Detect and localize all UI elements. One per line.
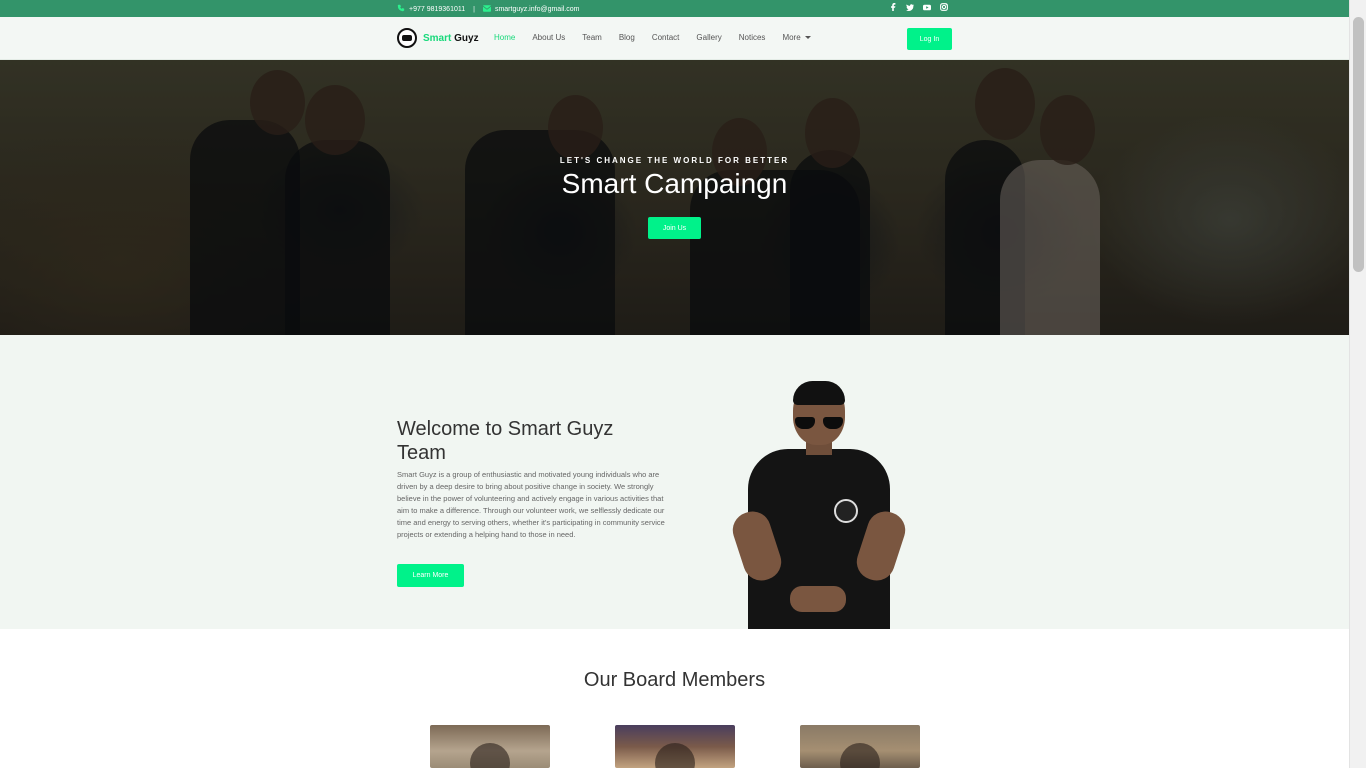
hero-content: LET'S CHANGE THE WORLD FOR BETTER Smart …: [0, 60, 1349, 335]
board-member-card[interactable]: [615, 725, 735, 768]
envelope-icon: [482, 4, 492, 14]
email-address: smartguyz.info@gmail.com: [494, 5, 580, 13]
logo-icon: [397, 28, 417, 48]
scrollbar-thumb[interactable]: [1353, 17, 1364, 272]
brand-logo-link[interactable]: Smart Guyz: [397, 28, 479, 48]
hero-banner: LET'S CHANGE THE WORLD FOR BETTER Smart …: [0, 60, 1349, 335]
welcome-title: Welcome to Smart Guyz Team: [397, 418, 614, 464]
team-member-photo: [728, 381, 910, 629]
join-us-button[interactable]: Join Us: [648, 217, 701, 239]
nav-item-gallery[interactable]: Gallery: [696, 33, 721, 42]
contact-separator: |: [473, 5, 475, 13]
brand-name-accent: Smart: [423, 32, 452, 44]
page-scrollbar[interactable]: [1349, 0, 1366, 768]
board-members-section: Our Board Members: [0, 629, 1349, 768]
phone-contact[interactable]: +977 9819361011: [397, 4, 465, 14]
nav-menu: Home About Us Team Blog Contact Gallery …: [494, 33, 811, 42]
hero-title: Smart Campaingn: [561, 168, 788, 199]
twitter-icon[interactable]: [906, 3, 914, 11]
brand-name: Smart Guyz: [423, 33, 479, 44]
nav-item-home[interactable]: Home: [494, 33, 515, 42]
nav-item-team[interactable]: Team: [582, 33, 602, 42]
welcome-section: Welcome to Smart Guyz Team Smart Guyz is…: [0, 335, 1349, 629]
instagram-icon[interactable]: [940, 3, 948, 11]
nav-item-more-label: More: [782, 33, 801, 42]
phone-icon: [397, 4, 405, 14]
email-contact[interactable]: smartguyz.info@gmail.com: [482, 4, 580, 14]
contact-info: +977 9819361011 | smartguyz.info@gmail.c…: [397, 4, 579, 14]
youtube-icon[interactable]: [923, 3, 931, 11]
nav-item-blog[interactable]: Blog: [619, 33, 635, 42]
caret-down-icon: [804, 36, 811, 39]
nav-item-contact[interactable]: Contact: [652, 33, 680, 42]
learn-more-button[interactable]: Learn More: [397, 564, 464, 587]
board-member-card[interactable]: [430, 725, 550, 768]
social-links: [889, 3, 948, 11]
welcome-description: Smart Guyz is a group of enthusiastic an…: [397, 470, 665, 539]
nav-item-notices[interactable]: Notices: [739, 33, 766, 42]
brand-name-rest: Guyz: [451, 32, 479, 44]
nav-item-more-dropdown[interactable]: More: [782, 33, 811, 42]
top-contact-bar: +977 9819361011 | smartguyz.info@gmail.c…: [0, 0, 1349, 17]
nav-item-about-us[interactable]: About Us: [532, 33, 565, 42]
login-button[interactable]: Log In: [907, 28, 952, 50]
hero-kicker: LET'S CHANGE THE WORLD FOR BETTER: [559, 156, 790, 165]
main-navbar: Smart Guyz Home About Us Team Blog Conta…: [0, 17, 1349, 60]
phone-number: +977 9819361011: [409, 5, 466, 13]
board-member-card[interactable]: [800, 725, 920, 768]
facebook-icon[interactable]: [889, 3, 897, 11]
board-title: Our Board Members: [583, 669, 766, 691]
